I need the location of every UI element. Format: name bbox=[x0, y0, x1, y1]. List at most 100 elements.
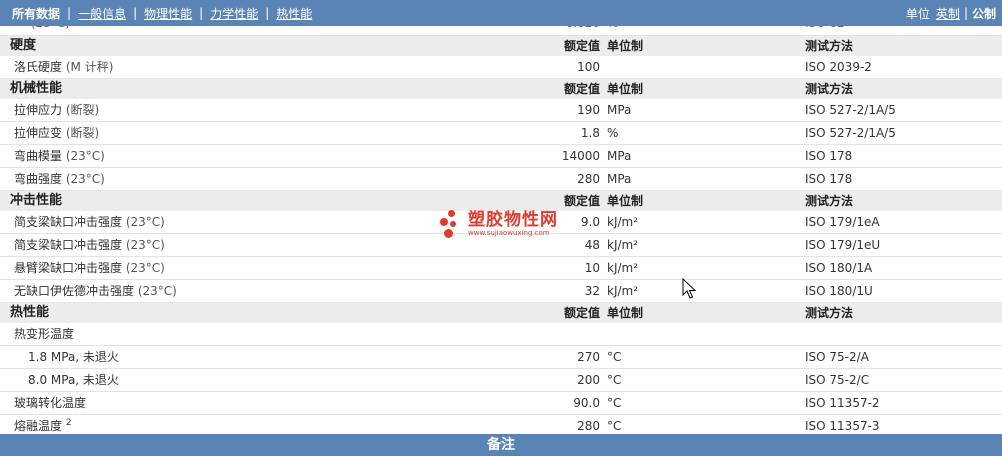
table-row: 玻璃转化温度 90.0 °C ISO 11357-2 bbox=[0, 392, 1002, 415]
tab-all-data[interactable]: 所有数据 bbox=[12, 5, 60, 22]
notes-section-header: 备注 bbox=[0, 434, 1002, 456]
property-unit: MPa bbox=[607, 103, 632, 117]
property-test-method: ISO 75-2/C bbox=[805, 373, 870, 387]
property-test-method: ISO 75-2/A bbox=[805, 350, 869, 364]
property-value: 10 bbox=[584, 261, 600, 275]
section-header-thermal: 热性能 额定值 单位制 测试方法 bbox=[0, 303, 1002, 323]
property-unit: % bbox=[607, 126, 619, 140]
table-row: 拉伸应力 (断裂) 190 MPa ISO 527-2/1A/5 bbox=[0, 99, 1002, 122]
property-test-method: ISO 11357-2 bbox=[805, 396, 880, 410]
tab-mechanical-properties[interactable]: 力学性能 bbox=[210, 5, 258, 22]
section-title: 机械性能 bbox=[10, 81, 63, 96]
property-name: 弯曲模量 (23°C) bbox=[14, 149, 105, 163]
section-header-hardness: 硬度 额定值 单位制 测试方法 bbox=[0, 36, 1002, 56]
column-header-value: 额定值 bbox=[563, 194, 600, 208]
tab-physical-properties[interactable]: 物理性能 bbox=[144, 5, 192, 22]
property-name: 悬臂梁缺口冲击强度 (23°C) bbox=[14, 261, 165, 275]
properties-table: --- (23°C) 0.020 % ISO 62 硬度 额定值 单位制 测试方… bbox=[0, 12, 1002, 438]
property-unit: kJ/m² bbox=[607, 238, 639, 252]
tab-thermal-properties[interactable]: 热性能 bbox=[276, 5, 312, 22]
imperial-unit-link[interactable]: 英制 bbox=[936, 5, 960, 22]
property-unit: °C bbox=[607, 350, 622, 364]
column-header-value: 额定值 bbox=[563, 39, 600, 53]
property-value: 190 bbox=[577, 103, 600, 117]
nav-separator: | bbox=[199, 6, 204, 20]
property-test-method: ISO 179/1eU bbox=[805, 238, 881, 252]
property-value: 200 bbox=[577, 373, 600, 387]
section-tabs: 所有数据 | 一般信息 | 物理性能 | 力学性能 | 热性能 bbox=[0, 5, 312, 22]
property-test-method: ISO 180/1U bbox=[805, 284, 873, 298]
property-test-method: ISO 527-2/1A/5 bbox=[805, 126, 896, 140]
unit-switcher: 单位 英制 | 公制 bbox=[906, 5, 1002, 22]
table-row: 洛氏硬度 (M 计秤) 100 ISO 2039-2 bbox=[0, 56, 1002, 79]
property-name: 1.8 MPa, 未退火 bbox=[28, 350, 119, 364]
property-name: 拉伸应力 (断裂) bbox=[14, 103, 100, 117]
property-value: 9.0 bbox=[580, 215, 600, 229]
table-row: 简支梁缺口冲击强度 (23°C) 48 kJ/m² ISO 179/1eU bbox=[0, 234, 1002, 257]
column-header-test: 测试方法 bbox=[805, 39, 854, 53]
property-name: 热变形温度 bbox=[14, 327, 75, 341]
property-test-method: ISO 180/1A bbox=[805, 261, 873, 275]
property-name: 拉伸应变 (断裂) bbox=[14, 126, 100, 140]
property-unit: °C bbox=[607, 396, 622, 410]
property-unit: °C bbox=[607, 373, 622, 387]
footnote-link[interactable]: 2 bbox=[66, 418, 72, 428]
property-unit: kJ/m² bbox=[607, 284, 639, 298]
metric-unit-link[interactable]: 公制 bbox=[972, 5, 996, 22]
property-test-method: ISO 2039-2 bbox=[805, 60, 872, 74]
property-value: 1.8 bbox=[580, 126, 600, 140]
property-value: 14000 bbox=[561, 149, 600, 163]
property-value: 32 bbox=[584, 284, 600, 298]
property-name: 8.0 MPa, 未退火 bbox=[28, 373, 119, 387]
table-row-group-label: 热变形温度 bbox=[0, 323, 1002, 346]
property-value: 48 bbox=[584, 238, 600, 252]
property-test-method: ISO 178 bbox=[805, 149, 853, 163]
column-header-value: 额定值 bbox=[563, 306, 600, 320]
table-row: 拉伸应变 (断裂) 1.8 % ISO 527-2/1A/5 bbox=[0, 122, 1002, 145]
column-header-unit: 单位制 bbox=[607, 194, 644, 208]
property-test-method: ISO 179/1eA bbox=[805, 215, 880, 229]
column-header-test: 测试方法 bbox=[805, 194, 854, 208]
tab-general-info[interactable]: 一般信息 bbox=[78, 5, 126, 22]
table-row: 弯曲强度 (23°C) 280 MPa ISO 178 bbox=[0, 168, 1002, 191]
nav-separator: | bbox=[133, 6, 138, 20]
column-header-unit: 单位制 bbox=[607, 39, 644, 53]
property-test-method: ISO 178 bbox=[805, 172, 853, 186]
column-header-unit: 单位制 bbox=[607, 306, 644, 320]
property-name: 简支梁缺口冲击强度 (23°C) bbox=[14, 215, 165, 229]
nav-separator: | bbox=[963, 6, 968, 20]
property-name: 简支梁缺口冲击强度 (23°C) bbox=[14, 238, 165, 252]
nav-separator: | bbox=[265, 6, 270, 20]
property-value: 90.0 bbox=[573, 396, 600, 410]
property-value: 280 bbox=[577, 172, 600, 186]
property-unit: kJ/m² bbox=[607, 215, 639, 229]
table-row: 悬臂梁缺口冲击强度 (23°C) 10 kJ/m² ISO 180/1A bbox=[0, 257, 1002, 280]
property-test-method: ISO 527-2/1A/5 bbox=[805, 103, 896, 117]
property-name: 玻璃转化温度 bbox=[14, 396, 87, 410]
column-header-test: 测试方法 bbox=[805, 306, 854, 320]
property-name: 洛氏硬度 (M 计秤) bbox=[14, 60, 114, 74]
section-title: 热性能 bbox=[10, 305, 50, 320]
property-name: 无缺口伊佐德冲击强度 (23°C) bbox=[14, 284, 177, 298]
property-name: 弯曲强度 (23°C) bbox=[14, 172, 105, 186]
property-unit: MPa bbox=[607, 172, 632, 186]
property-value: 100 bbox=[577, 60, 600, 74]
section-title: 硬度 bbox=[10, 38, 37, 53]
property-unit: kJ/m² bbox=[607, 261, 639, 275]
unit-label: 单位 bbox=[905, 6, 930, 21]
section-nav-bar: 所有数据 | 一般信息 | 物理性能 | 力学性能 | 热性能 单位 英制 | … bbox=[0, 0, 1002, 26]
section-header-mechanical: 机械性能 额定值 单位制 测试方法 bbox=[0, 79, 1002, 99]
section-header-impact: 冲击性能 额定值 单位制 测试方法 bbox=[0, 191, 1002, 211]
table-row: 8.0 MPa, 未退火 200 °C ISO 75-2/C bbox=[0, 369, 1002, 392]
column-header-test: 测试方法 bbox=[805, 82, 854, 96]
property-unit: MPa bbox=[607, 149, 632, 163]
column-header-value: 额定值 bbox=[563, 82, 600, 96]
table-row: 简支梁缺口冲击强度 (23°C) 9.0 kJ/m² ISO 179/1eA bbox=[0, 211, 1002, 234]
table-row: 1.8 MPa, 未退火 270 °C ISO 75-2/A bbox=[0, 346, 1002, 369]
section-title: 冲击性能 bbox=[10, 193, 63, 208]
nav-separator: | bbox=[67, 6, 72, 20]
column-header-unit: 单位制 bbox=[607, 82, 644, 96]
mouse-cursor-icon bbox=[682, 278, 696, 299]
table-row: 无缺口伊佐德冲击强度 (23°C) 32 kJ/m² ISO 180/1U bbox=[0, 280, 1002, 303]
table-row: 弯曲模量 (23°C) 14000 MPa ISO 178 bbox=[0, 145, 1002, 168]
